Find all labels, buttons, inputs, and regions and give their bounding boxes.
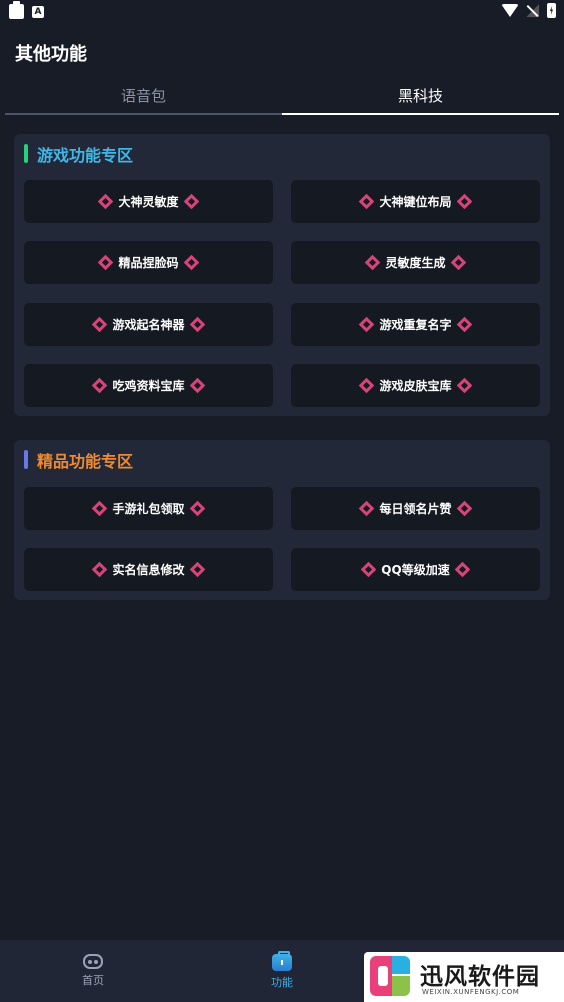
watermark-url: WEIXIN.XUNFENGKJ.COM: [422, 988, 520, 996]
feature-button[interactable]: 灵敏度生成: [291, 241, 540, 284]
feature-label: QQ等级加速: [381, 563, 450, 577]
page-title: 其他功能: [15, 44, 87, 65]
section-title: 游戏功能专区: [37, 145, 134, 165]
wifi-icon: [501, 4, 519, 17]
diamond-icon: [359, 193, 375, 210]
feature-button[interactable]: 每日领名片赞: [291, 487, 540, 530]
tab-bar: 语音包 黑科技: [5, 78, 559, 116]
feature-button[interactable]: 吃鸡资料宝库: [24, 364, 273, 407]
tab-voice-pack[interactable]: 语音包: [5, 78, 282, 115]
a-notification-icon: A: [32, 5, 44, 18]
diamond-icon: [454, 561, 470, 578]
diamond-icon: [189, 500, 205, 517]
diamond-icon: [365, 254, 381, 271]
diamond-icon: [450, 254, 466, 271]
briefcase-icon: [272, 951, 292, 971]
feature-label: 大神键位布局: [379, 195, 452, 209]
feature-label: 实名信息修改: [112, 563, 185, 577]
section-accent-bar: [24, 144, 28, 163]
feature-button[interactable]: 手游礼包领取: [24, 487, 273, 530]
diamond-icon: [92, 500, 108, 517]
feature-button[interactable]: 游戏皮肤宝库: [291, 364, 540, 407]
diamond-icon: [92, 316, 108, 333]
feature-label: 灵敏度生成: [385, 256, 446, 270]
feature-button[interactable]: 游戏重复名字: [291, 303, 540, 346]
feature-button[interactable]: 大神灵敏度: [24, 180, 273, 223]
feature-button[interactable]: 大神键位布局: [291, 180, 540, 223]
feature-button[interactable]: 精品捏脸码: [24, 241, 273, 284]
nav-home[interactable]: 首页: [53, 954, 133, 988]
battery-charging-icon: [547, 3, 556, 18]
status-bar: A: [0, 0, 564, 24]
diamond-icon: [359, 377, 375, 394]
gamepad-icon: [83, 954, 103, 969]
nav-label: 首页: [82, 974, 104, 987]
clipboard-icon: [9, 1, 24, 19]
feature-button[interactable]: 游戏起名神器: [24, 303, 273, 346]
premium-features-section: 精品功能专区 手游礼包领取 每日领名片赞 实名信息修改 QQ等级加速: [14, 440, 550, 600]
diamond-icon: [189, 561, 205, 578]
nav-features[interactable]: 功能: [242, 951, 322, 990]
diamond-icon: [189, 316, 205, 333]
diamond-icon: [92, 377, 108, 394]
signal-icon: [527, 4, 539, 17]
tab-black-tech[interactable]: 黑科技: [282, 78, 559, 115]
diamond-icon: [183, 193, 199, 210]
diamond-icon: [456, 316, 472, 333]
feature-label: 手游礼包领取: [112, 502, 185, 516]
feature-button[interactable]: 实名信息修改: [24, 548, 273, 591]
feature-label: 精品捏脸码: [118, 256, 179, 270]
watermark-name: 迅风软件园: [420, 964, 540, 990]
diamond-icon: [92, 561, 108, 578]
feature-label: 吃鸡资料宝库: [112, 379, 185, 393]
diamond-icon: [359, 316, 375, 333]
feature-label: 大神灵敏度: [118, 195, 179, 209]
nav-label: 功能: [271, 976, 293, 989]
feature-label: 游戏重复名字: [379, 318, 452, 332]
watermark: 迅风软件园 WEIXIN.XUNFENGKJ.COM: [364, 952, 564, 1002]
feature-label: 游戏皮肤宝库: [379, 379, 452, 393]
section-accent-bar: [24, 450, 28, 469]
diamond-icon: [456, 193, 472, 210]
feature-label: 每日领名片赞: [379, 502, 452, 516]
diamond-icon: [98, 193, 114, 210]
section-title: 精品功能专区: [37, 451, 134, 471]
diamond-icon: [456, 377, 472, 394]
diamond-icon: [359, 500, 375, 517]
diamond-icon: [361, 561, 377, 578]
game-features-section: 游戏功能专区 大神灵敏度 大神键位布局 精品捏脸码 灵敏度生成 游戏起名神器 游…: [14, 134, 550, 416]
diamond-icon: [98, 254, 114, 271]
xunfeng-logo-icon: [370, 956, 410, 996]
feature-button[interactable]: QQ等级加速: [291, 548, 540, 591]
diamond-icon: [189, 377, 205, 394]
diamond-icon: [183, 254, 199, 271]
diamond-icon: [456, 500, 472, 517]
feature-label: 游戏起名神器: [112, 318, 185, 332]
